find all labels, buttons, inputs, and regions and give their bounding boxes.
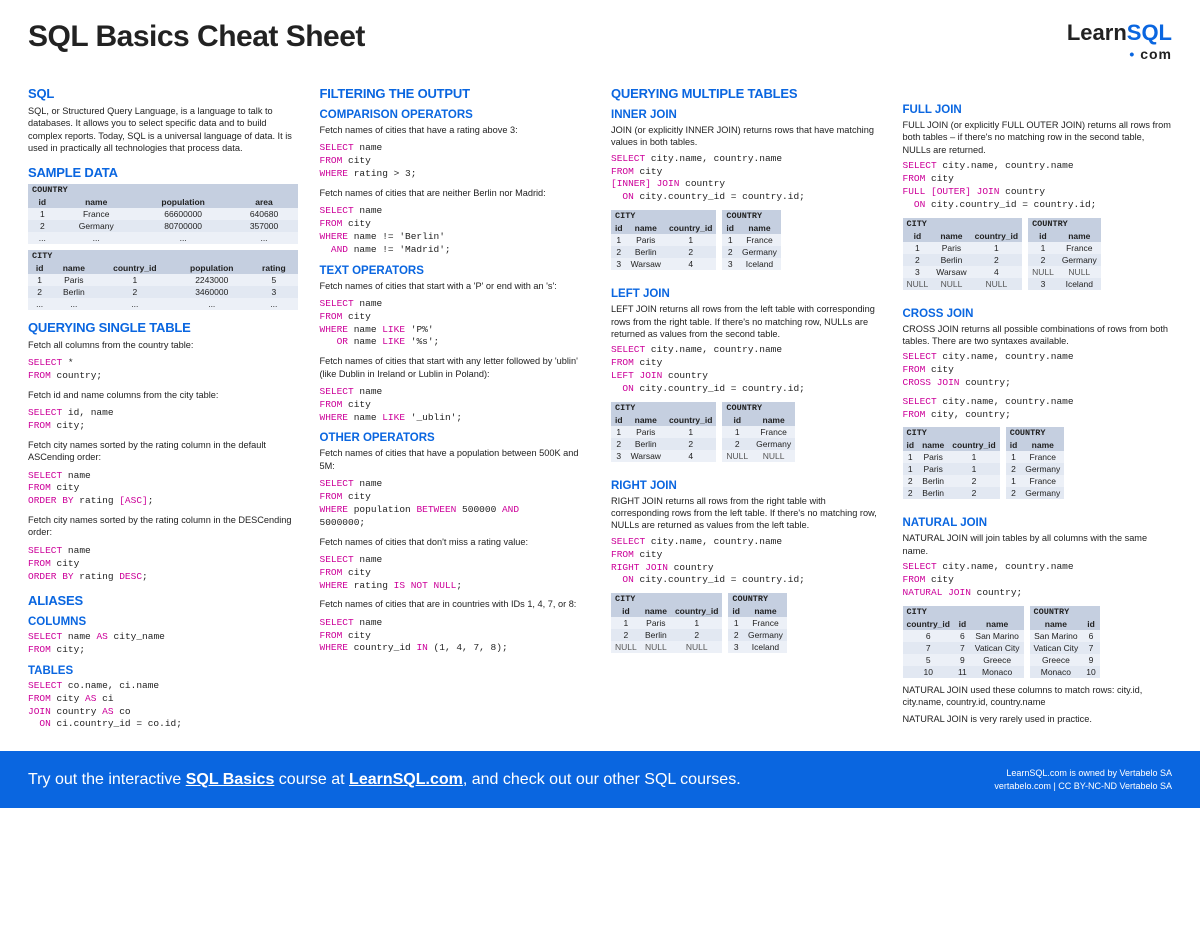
natural-tables: CITYcountry_ididname66San Marino77Vatica… bbox=[903, 606, 1173, 684]
heading-filtering: FILTERING THE OUTPUT bbox=[320, 86, 590, 101]
aliases-tables-code: SELECT co.name, ci.name FROM city AS ci … bbox=[28, 680, 298, 731]
heading-natural: NATURAL JOIN bbox=[903, 517, 1173, 529]
heading-sample: SAMPLE DATA bbox=[28, 165, 298, 180]
heading-qsingle: QUERYING SINGLE TABLE bbox=[28, 320, 298, 335]
heading-comp: COMPARISON OPERATORS bbox=[320, 109, 590, 121]
logo: LearnSQL • com bbox=[1067, 20, 1172, 62]
city-table: idnamecountry_idpopulationrating1Paris12… bbox=[28, 262, 298, 310]
full-tables: CITYidnamecountry_id1Paris12Berlin23Wars… bbox=[903, 218, 1173, 296]
left-desc: LEFT JOIN returns all rows from the left… bbox=[611, 303, 881, 340]
heading-multi: QUERYING MULTIPLE TABLES bbox=[611, 86, 881, 101]
natural-note1: NATURAL JOIN used these columns to match… bbox=[903, 684, 1173, 709]
column-4: FULL JOIN FULL JOIN (or explicitly FULL … bbox=[903, 76, 1173, 737]
footer-link-basics[interactable]: SQL Basics bbox=[186, 771, 275, 788]
left-code: SELECT city.name, country.name FROM city… bbox=[611, 344, 881, 395]
right-desc: RIGHT JOIN returns all rows from the rig… bbox=[611, 495, 881, 532]
heading-inner: INNER JOIN bbox=[611, 109, 881, 121]
full-code: SELECT city.name, country.name FROM city… bbox=[903, 160, 1173, 211]
heading-otherops: OTHER OPERATORS bbox=[320, 432, 590, 444]
cross-code1: SELECT city.name, country.name FROM city… bbox=[903, 351, 1173, 389]
cross-desc: CROSS JOIN returns all possible combinat… bbox=[903, 323, 1173, 348]
country-table: idnamepopulationarea1France6660000064068… bbox=[28, 196, 298, 244]
heading-aliases: ALIASES bbox=[28, 593, 298, 608]
natural-note2: NATURAL JOIN is very rarely used in prac… bbox=[903, 713, 1173, 725]
heading-cross: CROSS JOIN bbox=[903, 308, 1173, 320]
intro-text: SQL, or Structured Query Language, is a … bbox=[28, 105, 298, 155]
footer-right: LearnSQL.com is owned by Vertabelo SA ve… bbox=[994, 767, 1172, 792]
city-caption: CITY bbox=[28, 250, 298, 262]
heading-right: RIGHT JOIN bbox=[611, 480, 881, 492]
heading-left: LEFT JOIN bbox=[611, 288, 881, 300]
footer-left: Try out the interactive SQL Basics cours… bbox=[28, 771, 741, 789]
footer-link-learnsql[interactable]: LearnSQL.com bbox=[349, 771, 463, 788]
natural-code: SELECT city.name, country.name FROM city… bbox=[903, 561, 1173, 599]
qsingle-items: Fetch all columns from the country table… bbox=[28, 339, 298, 584]
column-3: QUERYING MULTIPLE TABLES INNER JOIN JOIN… bbox=[611, 76, 881, 737]
heading-textops: TEXT OPERATORS bbox=[320, 265, 590, 277]
natural-desc: NATURAL JOIN will join tables by all col… bbox=[903, 532, 1173, 557]
right-tables: CITYidnamecountry_id1Paris12Berlin2NULLN… bbox=[611, 593, 881, 659]
cross-code2: SELECT city.name, country.name FROM city… bbox=[903, 396, 1173, 422]
inner-code: SELECT city.name, country.name FROM city… bbox=[611, 153, 881, 204]
column-1: SQL SQL, or Structured Query Language, i… bbox=[28, 76, 298, 737]
page-title: SQL Basics Cheat Sheet bbox=[28, 20, 365, 54]
right-code: SELECT city.name, country.name FROM city… bbox=[611, 536, 881, 587]
inner-desc: JOIN (or explicitly INNER JOIN) returns … bbox=[611, 124, 881, 149]
full-desc: FULL JOIN (or explicitly FULL OUTER JOIN… bbox=[903, 119, 1173, 156]
heading-full: FULL JOIN bbox=[903, 104, 1173, 116]
inner-tables: CITYidnamecountry_id1Paris12Berlin23Wars… bbox=[611, 210, 881, 276]
cross-tables: CITYidnamecountry_id1Paris11Paris12Berli… bbox=[903, 427, 1173, 505]
footer: Try out the interactive SQL Basics cours… bbox=[0, 751, 1200, 808]
aliases-columns-code: SELECT name AS city_name FROM city; bbox=[28, 631, 298, 657]
heading-tables: TABLES bbox=[28, 665, 298, 677]
left-tables: CITYidnamecountry_id1Paris12Berlin23Wars… bbox=[611, 402, 881, 468]
country-caption: COUNTRY bbox=[28, 184, 298, 196]
heading-columns: COLUMNS bbox=[28, 616, 298, 628]
column-2: FILTERING THE OUTPUT COMPARISON OPERATOR… bbox=[320, 76, 590, 737]
heading-sql: SQL bbox=[28, 86, 298, 101]
